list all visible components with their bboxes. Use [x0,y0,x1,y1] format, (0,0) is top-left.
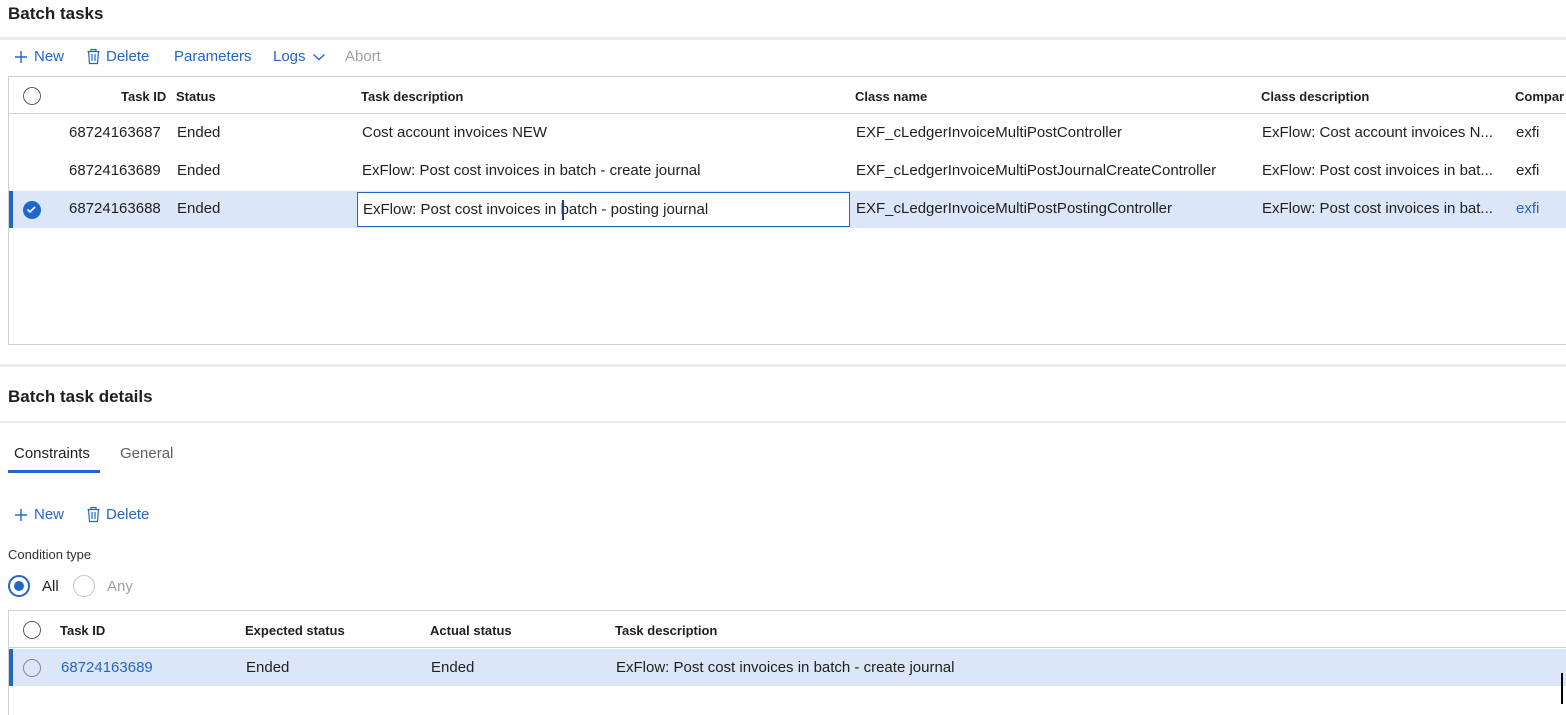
constraints-grid: Task ID Expected status Actual status Ta… [8,610,1566,715]
row-checkbox[interactable] [23,659,41,677]
task-id-cell: 68724163687 [69,124,161,141]
task-id-cell: 68724163688 [69,200,161,217]
condition-any-radio[interactable] [73,575,95,597]
task-description-cell: ExFlow: Post cost invoices in batch - cr… [616,659,955,676]
divider [0,364,1566,367]
class-name-cell: EXF_cLedgerInvoiceMultiPostJournalCreate… [856,162,1217,179]
task-description-cell: ExFlow: Post cost invoices in batch - cr… [362,162,701,179]
company-link[interactable]: exfi [1516,200,1539,217]
class-name-cell: EXF_cLedgerInvoiceMultiPostController [856,124,1122,141]
select-all-checkbox[interactable] [23,621,41,639]
condition-any-label: Any [107,578,133,595]
parameters-label: Parameters [174,48,252,65]
condition-all-radio[interactable] [8,575,30,597]
logs-dropdown[interactable]: Logs [273,48,326,65]
col-header-class-name[interactable]: Class name [855,89,927,104]
active-tab-indicator [8,470,100,473]
col-header-task-description[interactable]: Task description [615,623,717,638]
col-header-class-description[interactable]: Class description [1261,89,1369,104]
text-cursor [562,200,564,220]
new-task-button[interactable]: New [13,48,64,65]
task-id-link[interactable]: 68724163689 [61,659,153,676]
delete-constraint-button[interactable]: Delete [86,506,149,523]
logs-label: Logs [273,48,306,65]
class-description-cell: ExFlow: Post cost invoices in bat... [1262,162,1493,179]
new-constraint-label: New [34,506,65,523]
table-row[interactable]: 68724163689 Ended ExFlow: Post cost invo… [9,153,1566,190]
status-cell: Ended [177,162,221,179]
divider [0,37,1566,40]
delete-task-button[interactable]: Delete [86,48,149,65]
tab-general[interactable]: General [120,445,173,462]
header-divider [9,647,1566,648]
delete-task-label: Delete [106,48,150,65]
status-cell: Ended [177,124,221,141]
col-header-company[interactable]: Compar [1515,89,1566,104]
status-cell: Ended [177,200,221,217]
condition-type-label: Condition type [8,547,92,562]
parameters-button[interactable]: Parameters [174,48,252,65]
trash-icon [87,506,100,523]
company-cell: exfi [1516,162,1540,179]
batch-tasks-title: Batch tasks [8,4,104,23]
abort-button[interactable]: Abort [345,48,381,65]
batch-task-details-title: Batch task details [8,387,153,406]
company-cell: exfi [1516,124,1540,141]
class-description-cell: ExFlow: Cost account invoices N... [1262,124,1493,141]
new-constraint-button[interactable]: New [13,506,64,523]
mouse-text-cursor [1561,673,1563,704]
table-row-selected[interactable]: 68724163688 Ended ExFlow: Post cost invo… [9,191,1566,228]
class-description-cell: ExFlow: Post cost invoices in bat... [1262,200,1493,217]
row-checkbox[interactable] [23,201,41,219]
chevron-down-icon [312,53,325,60]
table-row[interactable]: 68724163687 Ended Cost account invoices … [9,115,1566,152]
col-header-status[interactable]: Status [176,89,216,104]
plus-icon [15,508,27,521]
abort-label: Abort [345,48,381,65]
table-row-selected[interactable]: 68724163689 Ended Ended ExFlow: Post cos… [9,649,1566,686]
batch-tasks-grid: Task ID Status Task description Class na… [8,76,1566,345]
divider [0,421,1566,423]
task-id-cell: 68724163689 [69,162,161,179]
plus-icon [15,50,27,63]
condition-all-label: All [42,578,59,595]
task-description-input[interactable]: ExFlow: Post cost invoices in batch - po… [357,192,850,227]
task-description-cell: Cost account invoices NEW [362,124,548,141]
new-task-label: New [34,48,65,65]
select-all-checkbox[interactable] [23,87,41,105]
header-divider [9,113,1566,114]
class-name-cell: EXF_cLedgerInvoiceMultiPostPostingContro… [856,200,1172,217]
task-description-value: ExFlow: Post cost invoices in batch - po… [363,201,709,218]
actual-status-cell: Ended [431,659,475,676]
expected-status-cell: Ended [246,659,290,676]
col-header-actual-status[interactable]: Actual status [430,623,512,638]
selection-indicator [9,649,13,686]
trash-icon [87,48,100,65]
selection-indicator [9,191,13,228]
delete-constraint-label: Delete [106,506,150,523]
col-header-expected-status[interactable]: Expected status [245,623,345,638]
tab-constraints[interactable]: Constraints [14,445,90,462]
check-icon [26,206,36,214]
col-header-task-id[interactable]: Task ID [60,623,105,638]
col-header-task-description[interactable]: Task description [361,89,463,104]
col-header-task-id[interactable]: Task ID [121,89,166,104]
